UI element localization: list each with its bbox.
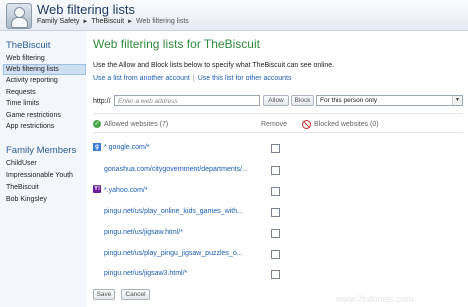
remove-checkbox[interactable] xyxy=(271,250,280,259)
remove-checkbox[interactable] xyxy=(271,208,280,217)
url-prefix-label: http:// xyxy=(93,98,111,105)
scope-select[interactable]: For this person only ▼ xyxy=(316,95,463,106)
family-safety-logo-icon xyxy=(6,3,32,29)
scope-select-value: For this person only xyxy=(320,97,378,104)
save-button[interactable]: Save xyxy=(93,289,115,300)
remove-checkbox[interactable] xyxy=(271,144,280,153)
page-title: Web filtering lists for TheBiscuit xyxy=(93,37,260,51)
breadcrumb-separator-icon: ► xyxy=(82,19,89,25)
sidebar: TheBiscuit Web filtering Web filtering l… xyxy=(0,31,86,307)
allowed-websites-header: Allowed websites (7) xyxy=(104,121,169,128)
cancel-button[interactable]: Cancel xyxy=(121,289,150,300)
divider xyxy=(93,113,463,114)
breadcrumb-user[interactable]: TheBiscuit xyxy=(91,18,124,25)
allow-button[interactable]: Allow xyxy=(263,95,289,106)
sidebar-item-requests[interactable]: Requests xyxy=(6,88,84,97)
member-thebiscuit[interactable]: TheBiscuit xyxy=(6,183,84,192)
allowed-site-item[interactable]: pingu.net/us/jigsaw3.html/* xyxy=(104,270,187,277)
sidebar-item-web-filtering[interactable]: Web filtering xyxy=(6,54,84,63)
allowed-site-item[interactable]: pingu.net/us/play_online_kids_games_with… xyxy=(104,208,243,215)
divider xyxy=(93,132,463,133)
allowed-site-item[interactable]: *.yahoo.com/* xyxy=(104,187,148,194)
chevron-down-icon: ▼ xyxy=(452,96,462,105)
blocked-icon xyxy=(302,120,311,129)
member-impressionable-youth[interactable]: Impressionable Youth xyxy=(6,171,84,180)
family-members-heading: Family Members xyxy=(6,145,77,156)
sidebar-user-heading: TheBiscuit xyxy=(6,40,51,51)
allowed-site-item[interactable]: *.google.com/* xyxy=(104,144,150,151)
window-title: Web filtering lists xyxy=(37,2,136,17)
use-list-link[interactable]: Use a list from another account xyxy=(93,75,190,82)
breadcrumb-current: Web filtering lists xyxy=(136,18,189,25)
sidebar-item-activity-reporting[interactable]: Activity reporting xyxy=(6,76,84,85)
yahoo-icon: Y! xyxy=(93,185,101,193)
breadcrumb: Family Safety ► TheBiscuit ► Web filtering l… xyxy=(37,18,189,25)
sidebar-item-game-restrictions[interactable]: Game restrictions xyxy=(6,111,84,120)
list-links: Use a list from another account | Use this… xyxy=(93,75,291,82)
sidebar-item-time-limits[interactable]: Time limits xyxy=(6,99,84,108)
window-header: Web filtering lists Family Safety ► TheBis… xyxy=(0,0,468,31)
remove-checkbox[interactable] xyxy=(271,270,280,279)
remove-checkbox[interactable] xyxy=(271,229,280,238)
member-bob-kingsley[interactable]: Bob Kingsley xyxy=(6,195,84,204)
block-button[interactable]: Block xyxy=(291,95,314,106)
link-separator: | xyxy=(192,75,195,82)
blocked-websites-header: Blocked websites (0) xyxy=(314,121,379,128)
allowed-site-item[interactable]: pingu.net/us/play_pingu_jigsaw_puzzles_o… xyxy=(104,250,243,257)
remove-checkbox[interactable] xyxy=(271,166,280,175)
google-icon: g xyxy=(93,143,101,151)
allowed-site-item[interactable]: gonashua.com/citygovernment/departments/… xyxy=(104,166,248,173)
breadcrumb-separator-icon: ► xyxy=(127,19,133,25)
breadcrumb-family-safety[interactable]: Family Safety xyxy=(37,18,79,25)
member-childuser[interactable]: ChildUser xyxy=(6,159,84,168)
sidebar-item-web-filtering-lists[interactable]: Web filtering lists xyxy=(3,64,86,75)
share-list-link[interactable]: Use this list for other accounts xyxy=(198,75,292,82)
allowed-check-icon: ✓ xyxy=(93,120,101,128)
sidebar-item-app-restrictions[interactable]: App restrictions xyxy=(6,122,84,131)
watermark: www.7tutorials.com xyxy=(336,294,414,304)
web-address-input[interactable]: Enter a web address xyxy=(114,95,260,106)
remove-header: Remove xyxy=(261,121,288,128)
page-description: Use the Allow and Block lists below to s… xyxy=(93,62,335,69)
remove-checkbox[interactable] xyxy=(271,187,280,196)
allowed-site-item[interactable]: pingu.net/us/jigsaw.html/* xyxy=(104,229,183,236)
